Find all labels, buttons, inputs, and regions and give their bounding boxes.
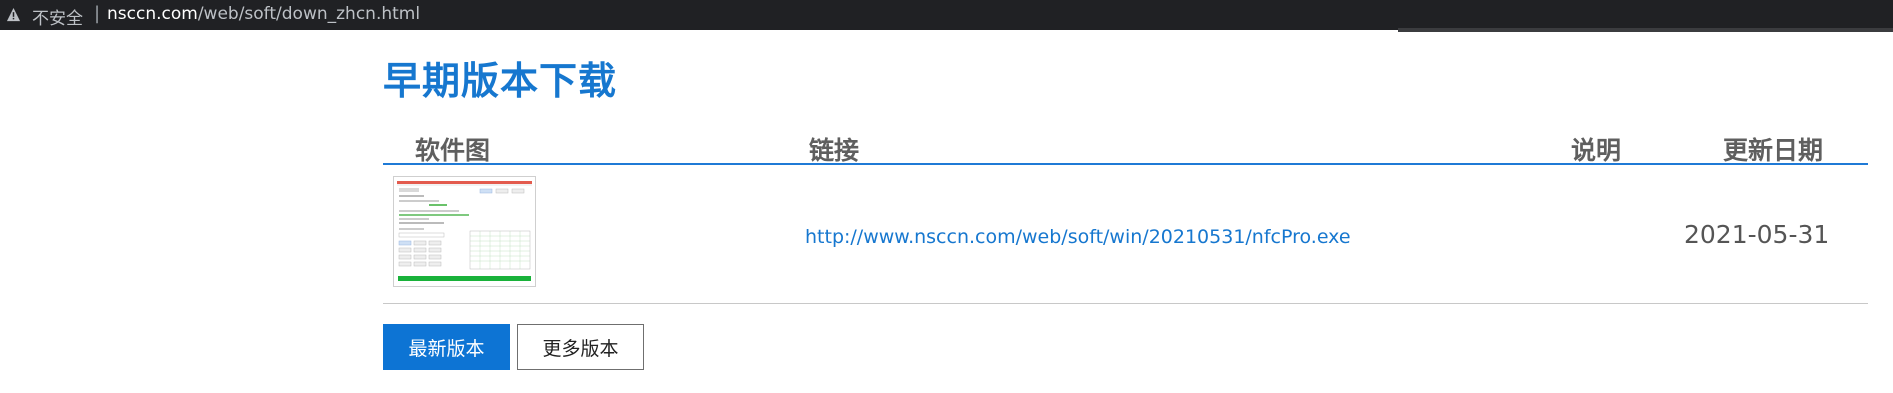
header-description: 说明 [1571, 136, 1622, 165]
more-versions-button[interactable]: 更多版本 [517, 324, 644, 370]
header-link: 链接 [809, 136, 860, 165]
header-image: 软件图 [415, 136, 491, 165]
toolbar-divider [1398, 28, 1893, 32]
url-host: nsccn.com [107, 4, 198, 24]
software-screenshot-image [394, 177, 535, 286]
row-divider [383, 303, 1868, 304]
address-bar[interactable]: 不安全 | nsccn.com/web/soft/down_zhcn.html [0, 0, 1893, 32]
latest-version-button[interactable]: 最新版本 [383, 324, 510, 370]
warning-icon[interactable] [6, 7, 21, 22]
page-title: 早期版本下载 [383, 59, 618, 103]
download-link[interactable]: http://www.nsccn.com/web/soft/win/202105… [805, 226, 1351, 248]
header-divider [383, 163, 1868, 165]
update-date: 2021-05-31 [1684, 220, 1830, 249]
software-thumbnail [393, 176, 536, 287]
url-path: /web/soft/down_zhcn.html [197, 4, 421, 24]
header-date: 更新日期 [1723, 136, 1824, 165]
url-separator: | [94, 3, 101, 24]
security-label[interactable]: 不安全 [32, 4, 83, 29]
url-text[interactable]: nsccn.com/web/soft/down_zhcn.html [107, 4, 420, 24]
